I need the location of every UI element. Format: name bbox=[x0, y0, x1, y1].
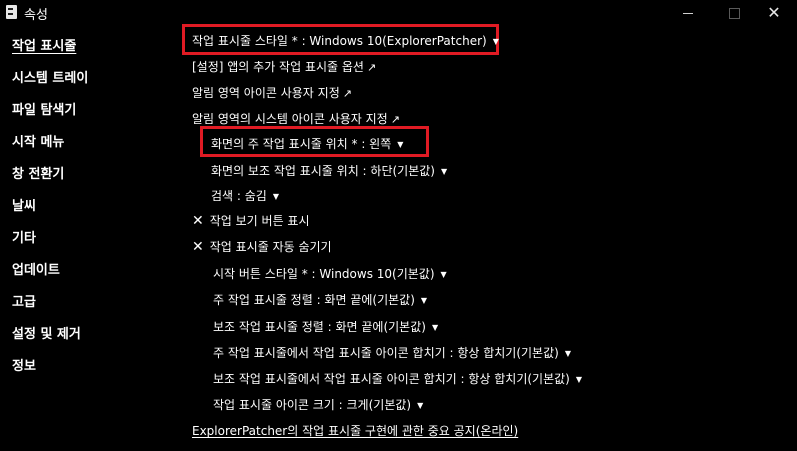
system-icons-label: 알림 영역의 시스템 아이콘 사용자 지정 bbox=[192, 112, 388, 126]
maximize-icon bbox=[728, 7, 740, 19]
dropdown-arrow-icon: ▼ bbox=[272, 192, 279, 201]
sidebar-item-updates[interactable]: 업데이트 bbox=[12, 259, 60, 278]
title-bar: 속성 ✕ bbox=[0, 0, 797, 26]
app-taskbar-options-label: [설정] 앱의 추가 작업 표시줄 옵션 bbox=[192, 60, 364, 74]
secondary-alignment-label: 보조 작업 표시줄 정렬 : 화면 끝에(기본값) bbox=[213, 320, 426, 334]
sidebar-item-about[interactable]: 정보 bbox=[12, 355, 36, 374]
sidebar-item-system-tray[interactable]: 시스템 트레이 bbox=[12, 67, 88, 86]
secondary-taskbar-position-label: 화면의 보조 작업 표시줄 위치 : 하단(기본값) bbox=[211, 164, 435, 178]
notification-icons-link[interactable]: 알림 영역 아이콘 사용자 지정 ↗ bbox=[192, 84, 352, 101]
minimize-button[interactable] bbox=[665, 0, 711, 26]
auto-hide-taskbar-label: 작업 표시줄 자동 숨기기 bbox=[209, 240, 332, 254]
task-view-button-toggle[interactable]: ✕ 작업 보기 버튼 표시 bbox=[192, 212, 310, 229]
window-title: 속성 bbox=[24, 8, 48, 23]
notification-icons-label: 알림 영역 아이콘 사용자 지정 bbox=[192, 86, 340, 100]
checked-x-icon: ✕ bbox=[192, 239, 204, 255]
sidebar-item-advanced[interactable]: 고급 bbox=[12, 291, 36, 310]
app-icon bbox=[6, 5, 17, 19]
dropdown-arrow-icon: ▼ bbox=[431, 323, 439, 332]
primary-taskbar-position-label: 화면의 주 작업 표시줄 위치 * : 왼쪽 bbox=[211, 137, 392, 151]
secondary-combine-icons-option[interactable]: 보조 작업 표시줄에서 작업 표시줄 아이콘 합치기 : 항상 합치기(기본값)… bbox=[213, 370, 582, 387]
icon-size-label: 작업 표시줄 아이콘 크기 : 크게(기본값) bbox=[213, 398, 412, 412]
primary-alignment-label: 주 작업 표시줄 정렬 : 화면 끝에(기본값) bbox=[213, 293, 415, 307]
sidebar-item-window-switcher[interactable]: 창 전환기 bbox=[12, 163, 64, 182]
auto-hide-taskbar-toggle[interactable]: ✕ 작업 표시줄 자동 숨기기 bbox=[192, 238, 332, 255]
external-link-icon: ↗ bbox=[342, 87, 352, 100]
important-notice-link[interactable]: ExplorerPatcher의 작업 표시줄 구현에 관한 중요 공지(온라인… bbox=[192, 422, 518, 439]
sidebar-item-other[interactable]: 기타 bbox=[12, 227, 36, 246]
primary-combine-icons-option[interactable]: 주 작업 표시줄에서 작업 표시줄 아이콘 합치기 : 항상 합치기(기본값) ▼ bbox=[213, 344, 571, 361]
dropdown-arrow-icon: ▼ bbox=[420, 296, 428, 305]
sidebar-item-weather[interactable]: 날씨 bbox=[12, 195, 36, 214]
dropdown-arrow-icon: ▼ bbox=[397, 140, 404, 149]
dropdown-arrow-icon: ▼ bbox=[417, 401, 424, 410]
search-label: 검색 : 숨김 bbox=[211, 189, 267, 203]
external-link-icon: ↗ bbox=[390, 113, 400, 126]
start-button-style-option[interactable]: 시작 버튼 스타일 * : Windows 10(기본값) ▼ bbox=[213, 265, 447, 282]
sidebar-item-uninstall[interactable]: 설정 및 제거 bbox=[12, 323, 81, 342]
app-taskbar-options-link[interactable]: [설정] 앱의 추가 작업 표시줄 옵션 ↗ bbox=[192, 58, 376, 75]
start-button-style-label: 시작 버튼 스타일 * : Windows 10(기본값) bbox=[213, 267, 435, 281]
sidebar-item-taskbar[interactable]: 작업 표시줄 bbox=[12, 35, 76, 54]
secondary-combine-icons-label: 보조 작업 표시줄에서 작업 표시줄 아이콘 합치기 : 항상 합치기(기본값) bbox=[213, 372, 570, 386]
taskbar-style-label: 작업 표시줄 스타일 * : Windows 10(ExplorerPatche… bbox=[192, 34, 487, 48]
minimize-icon bbox=[683, 12, 693, 14]
dropdown-arrow-icon: ▼ bbox=[492, 37, 499, 46]
icon-size-option[interactable]: 작업 표시줄 아이콘 크기 : 크게(기본값) ▼ bbox=[213, 396, 423, 413]
secondary-taskbar-position-option[interactable]: 화면의 보조 작업 표시줄 위치 : 하단(기본값) ▼ bbox=[211, 162, 447, 179]
close-icon: ✕ bbox=[767, 3, 781, 22]
dropdown-arrow-icon: ▼ bbox=[564, 349, 571, 358]
dropdown-arrow-icon: ▼ bbox=[440, 270, 447, 279]
primary-taskbar-position-option[interactable]: 화면의 주 작업 표시줄 위치 * : 왼쪽 ▼ bbox=[211, 135, 403, 152]
primary-combine-icons-label: 주 작업 표시줄에서 작업 표시줄 아이콘 합치기 : 항상 합치기(기본값) bbox=[213, 346, 559, 360]
task-view-button-label: 작업 보기 버튼 표시 bbox=[209, 214, 310, 228]
system-icons-link[interactable]: 알림 영역의 시스템 아이콘 사용자 지정 ↗ bbox=[192, 110, 400, 127]
search-option[interactable]: 검색 : 숨김 ▼ bbox=[211, 187, 279, 204]
dropdown-arrow-icon: ▼ bbox=[575, 375, 583, 384]
close-button[interactable]: ✕ bbox=[751, 0, 797, 26]
checked-x-icon: ✕ bbox=[192, 213, 204, 229]
primary-alignment-option[interactable]: 주 작업 표시줄 정렬 : 화면 끝에(기본값) ▼ bbox=[213, 291, 427, 308]
sidebar-item-start-menu[interactable]: 시작 메뉴 bbox=[12, 131, 64, 150]
secondary-alignment-option[interactable]: 보조 작업 표시줄 정렬 : 화면 끝에(기본값) ▼ bbox=[213, 318, 438, 335]
sidebar-item-file-explorer[interactable]: 파일 탐색기 bbox=[12, 99, 76, 118]
taskbar-style-option[interactable]: 작업 표시줄 스타일 * : Windows 10(ExplorerPatche… bbox=[192, 32, 499, 49]
dropdown-arrow-icon: ▼ bbox=[440, 167, 448, 176]
external-link-icon: ↗ bbox=[366, 61, 377, 74]
